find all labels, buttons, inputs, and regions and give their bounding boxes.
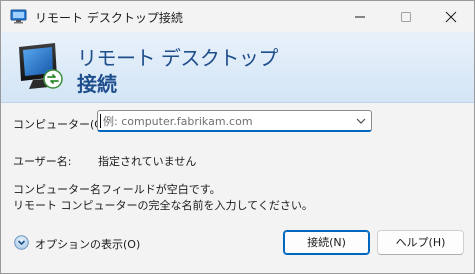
minimize-button[interactable]: [337, 1, 383, 32]
computer-combobox[interactable]: [97, 110, 372, 132]
rdp-window: リモート デスクトップ接続 リモート デスクトップ 接続 コンピューター(C):…: [0, 0, 475, 274]
computer-input[interactable]: [100, 113, 358, 129]
remote-desktop-icon: [10, 9, 27, 24]
message-line-2: リモート コンピューターの完全な名前を入力してください。: [13, 199, 313, 212]
monitor-icon: [19, 43, 63, 89]
close-button[interactable]: [428, 1, 474, 32]
banner-subtitle: 接続: [77, 72, 117, 96]
username-value: 指定されていません: [98, 155, 197, 168]
help-button[interactable]: ヘルプ(H): [377, 230, 464, 255]
banner-title: リモート デスクトップ: [77, 46, 278, 70]
computer-label: コンピューター(C):: [13, 118, 110, 131]
title-bar[interactable]: リモート デスクトップ接続: [1, 1, 474, 32]
close-icon: [445, 11, 457, 23]
chevron-down-icon[interactable]: [356, 117, 366, 125]
chevron-down-circle-icon: [14, 235, 29, 250]
show-options-label: オプションの表示(O): [35, 238, 141, 251]
maximize-button[interactable]: [383, 1, 429, 32]
connect-button[interactable]: 接続(N): [283, 230, 370, 255]
username-label: ユーザー名:: [13, 155, 72, 168]
window-title: リモート デスクトップ接続: [35, 11, 183, 25]
header-banner: リモート デスクトップ 接続: [1, 32, 474, 103]
message-line-1: コンピューター名フィールドが空白です。: [13, 183, 221, 196]
minimize-icon: [355, 16, 365, 18]
text-caret: [100, 114, 101, 128]
maximize-icon: [401, 12, 411, 22]
